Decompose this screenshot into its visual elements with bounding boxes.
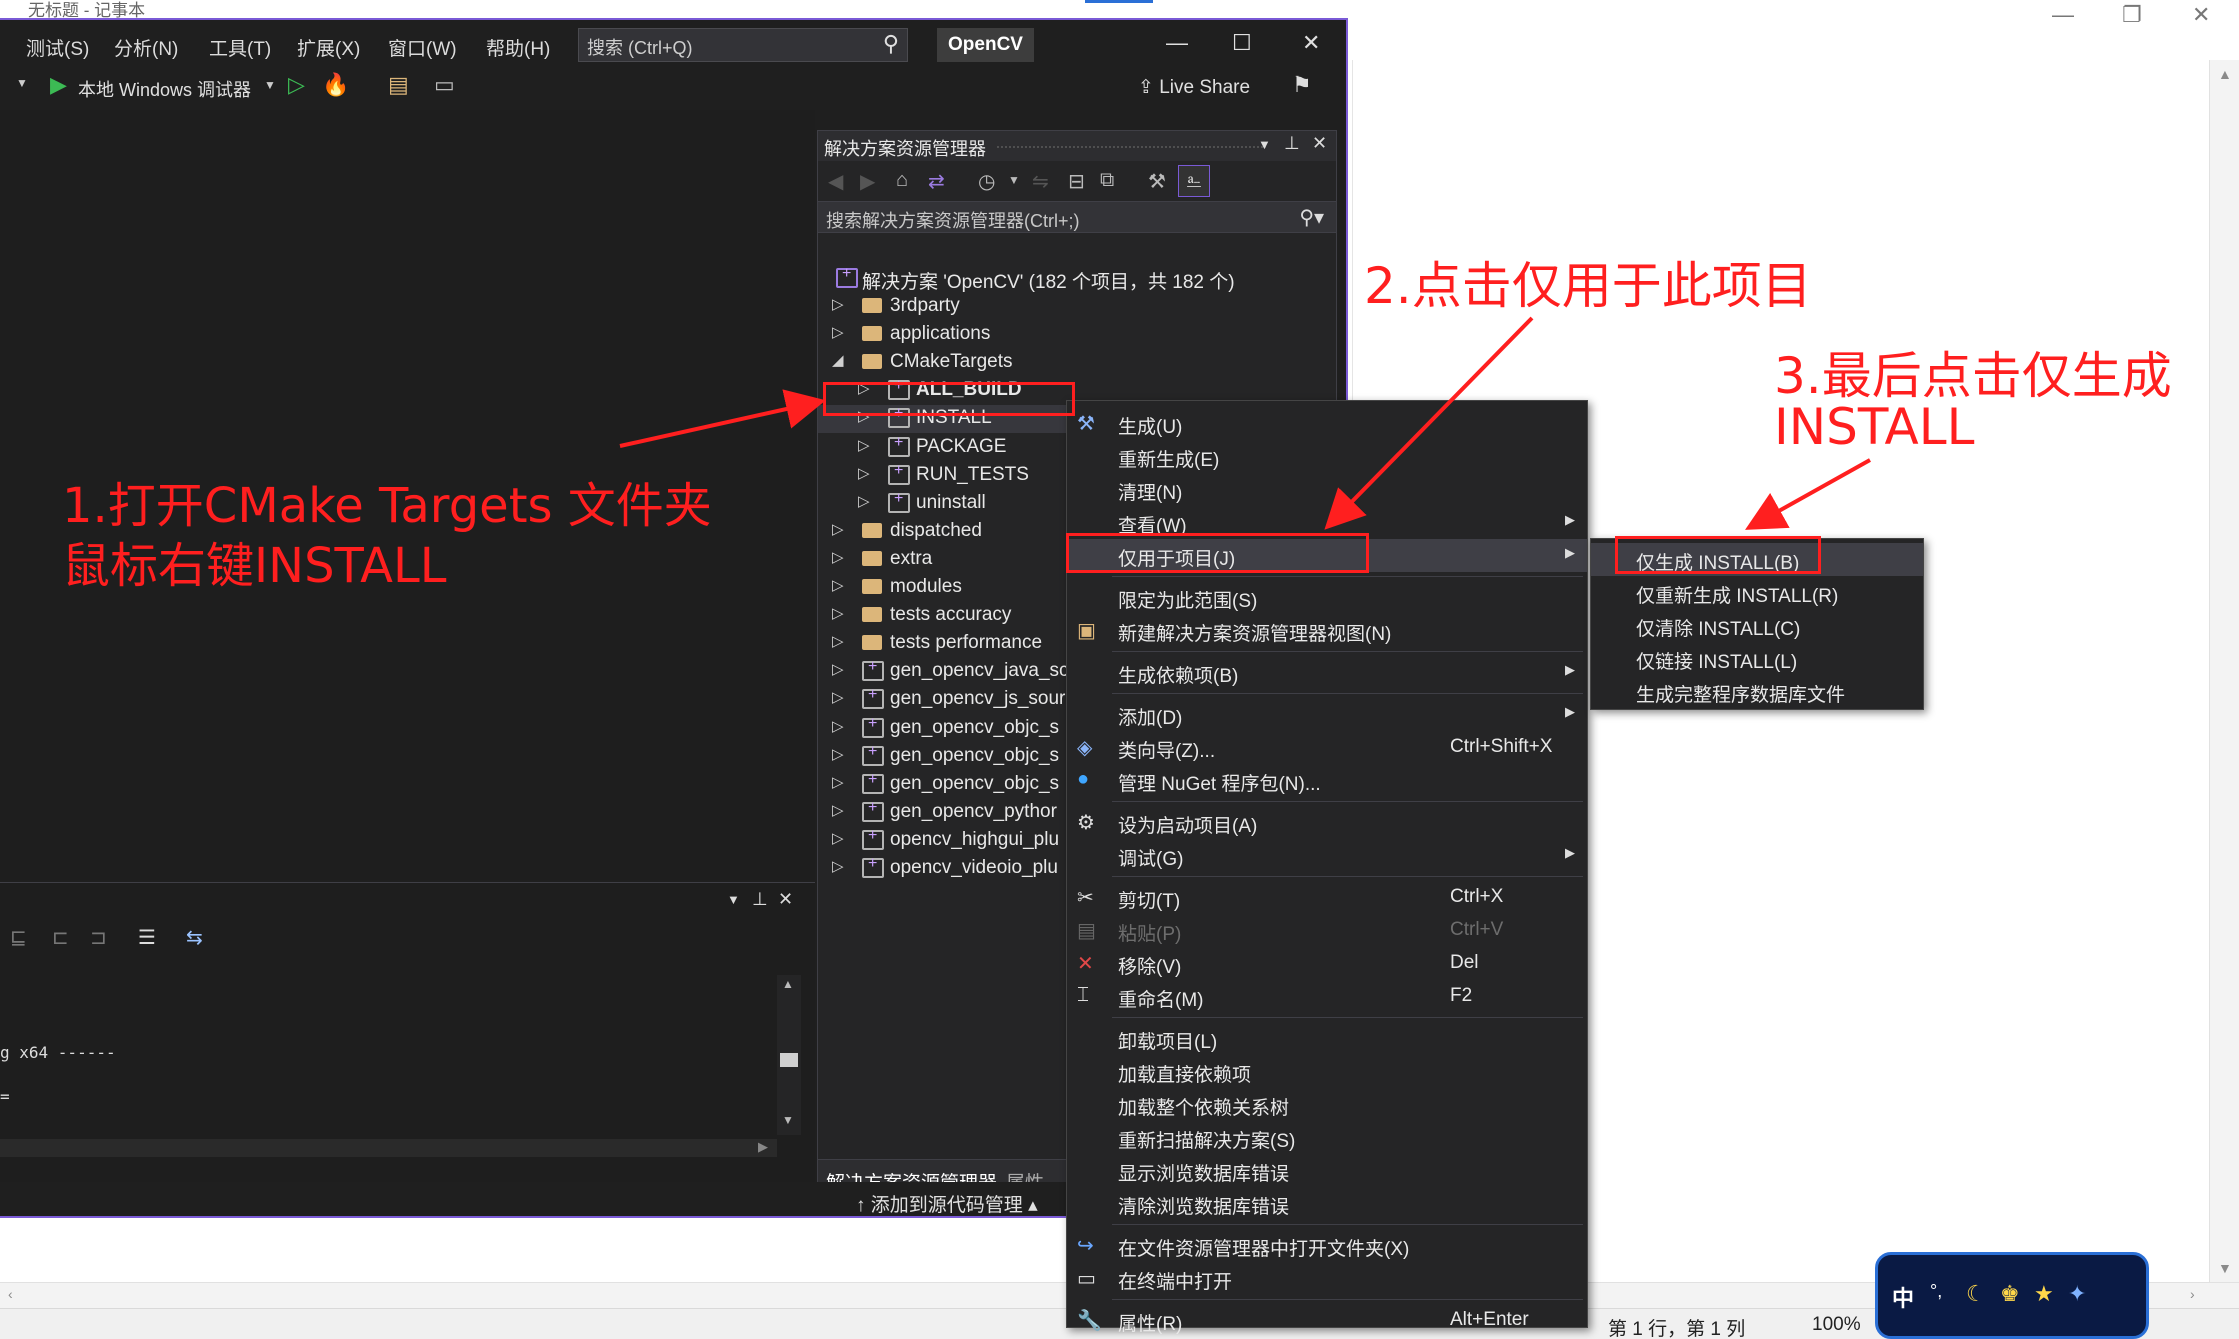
ime-mode[interactable]: 中 [1892,1281,1914,1313]
arrow-to-build-install [1745,458,1871,530]
ime-toolbar[interactable]: 中 °, ☾ ♚ ★ ✦ [1875,1252,2149,1339]
moon-icon[interactable]: ☾ [1966,1281,1986,1307]
star-icon[interactable]: ★ [2034,1281,2054,1307]
step3-line2: INSTALL [1774,398,1975,456]
step2-label: 2.点击仅用于此项目 [1364,257,1812,315]
annotation-arrows [619,316,1871,530]
settings-icon[interactable]: ✦ [2068,1281,2086,1307]
punctuation-icon[interactable]: °, [1930,1281,1942,1302]
arrow-to-install [619,389,826,448]
step1-line2: 鼠标右键INSTALL [62,538,447,594]
arrow-to-project-only [1324,316,1534,530]
shirt-icon[interactable]: ♚ [2000,1281,2020,1307]
